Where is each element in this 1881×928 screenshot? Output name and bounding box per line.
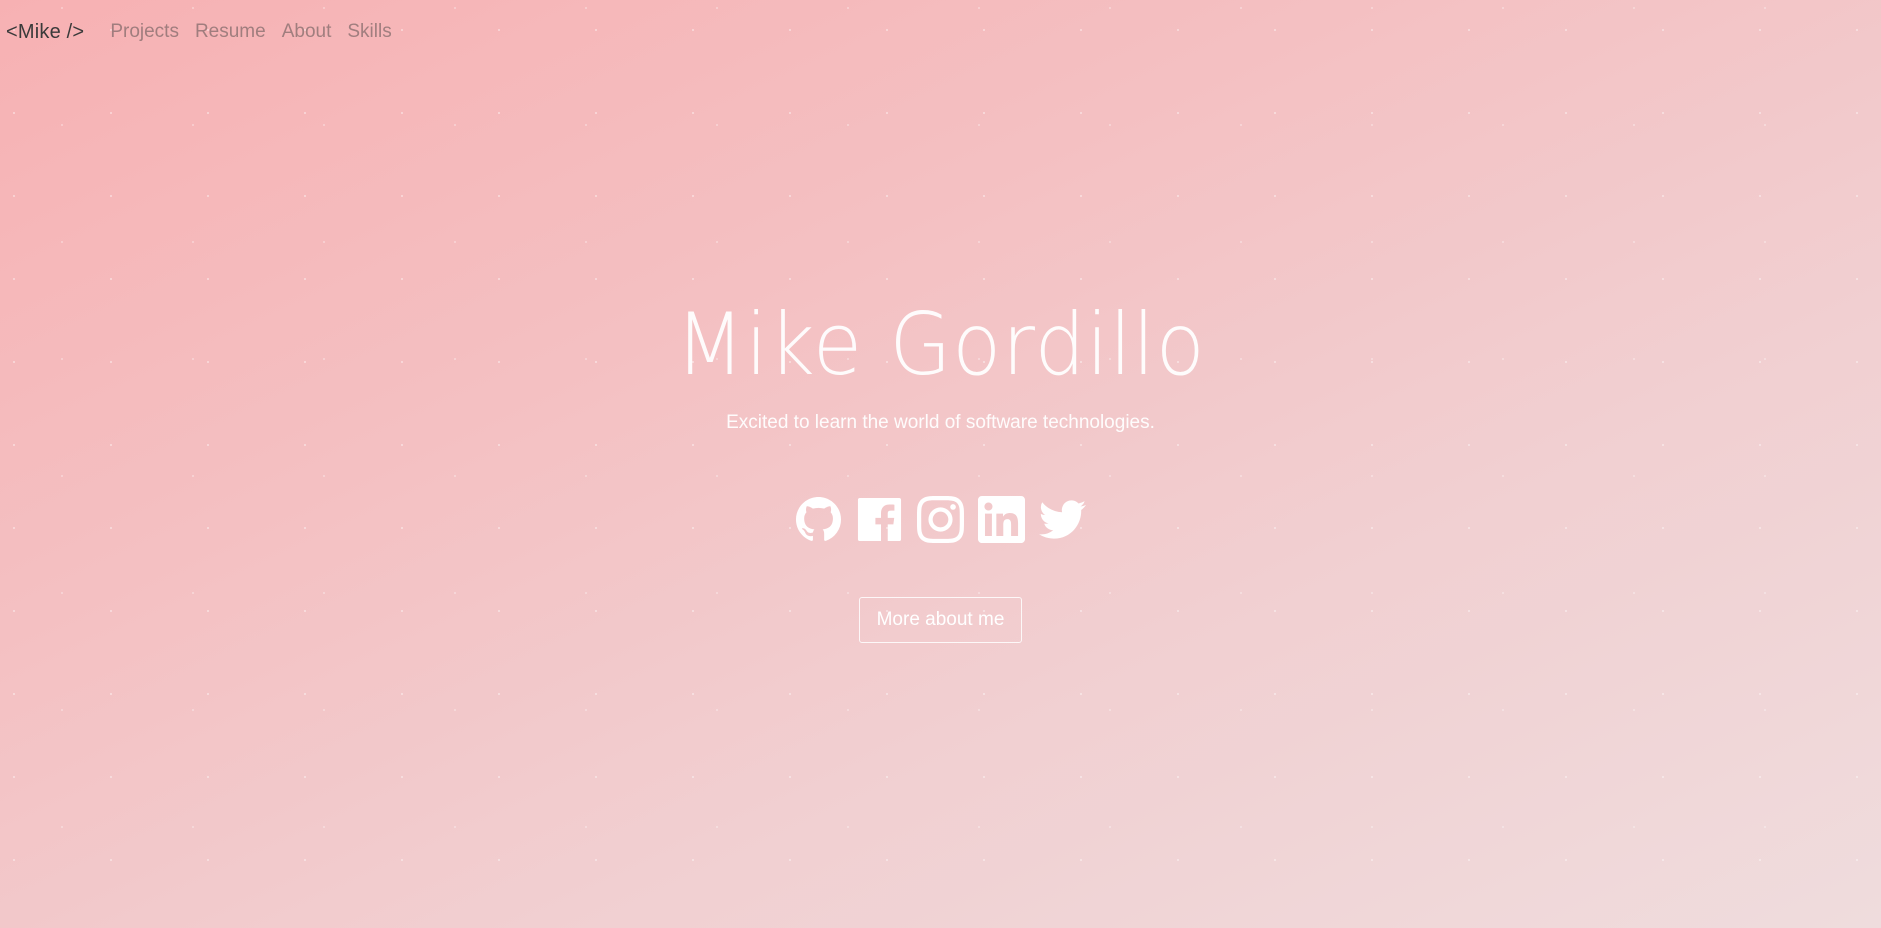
nav-links: Projects Resume About Skills	[110, 21, 391, 43]
hero-name: Mike Gordillo	[675, 295, 1206, 395]
social-links	[0, 495, 1881, 548]
nav-link-projects[interactable]: Projects	[110, 21, 179, 43]
twitter-link[interactable]	[1039, 498, 1086, 545]
github-link[interactable]	[795, 496, 842, 548]
nav-link-about[interactable]: About	[282, 21, 332, 43]
instagram-link[interactable]	[917, 495, 964, 548]
brand-logo-link[interactable]: <Mike />	[6, 21, 84, 44]
nav-link-skills[interactable]: Skills	[347, 21, 391, 43]
github-icon	[795, 496, 842, 548]
facebook-icon	[856, 496, 903, 548]
hero-section: Mike Gordillo Excited to learn the world…	[0, 290, 1881, 643]
instagram-icon	[917, 495, 964, 548]
hero-tagline: Excited to learn the world of software t…	[726, 412, 1155, 433]
linkedin-link[interactable]	[978, 495, 1025, 548]
more-about-me-button[interactable]: More about me	[858, 597, 1023, 643]
linkedin-icon	[978, 495, 1025, 548]
facebook-link[interactable]	[856, 496, 903, 548]
nav-link-resume[interactable]: Resume	[195, 21, 266, 43]
navbar: <Mike /> Projects Resume About Skills	[0, 0, 392, 64]
twitter-icon	[1039, 496, 1086, 548]
